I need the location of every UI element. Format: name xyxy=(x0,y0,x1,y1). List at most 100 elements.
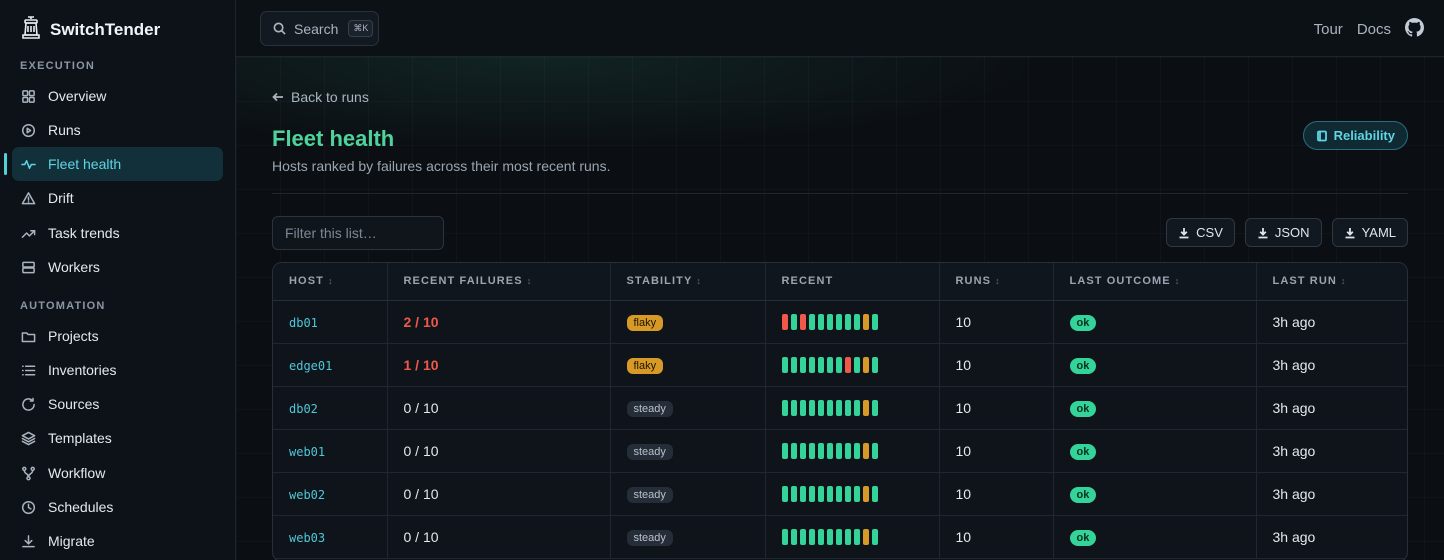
run-bar-ok[interactable] xyxy=(871,313,878,330)
host-link[interactable]: web01 xyxy=(289,445,325,459)
run-bar-ok[interactable] xyxy=(844,528,851,545)
search-button[interactable]: Search ⌘K xyxy=(260,11,379,46)
sidebar-item-runs[interactable]: Runs xyxy=(12,113,223,147)
host-link[interactable]: db01 xyxy=(289,316,318,330)
run-bar-ok[interactable] xyxy=(790,356,797,373)
run-bar-ok[interactable] xyxy=(835,313,842,330)
run-bar-ok[interactable] xyxy=(871,485,878,502)
run-bar-ok[interactable] xyxy=(853,313,860,330)
run-bar-ok[interactable] xyxy=(835,528,842,545)
export-csv-button[interactable]: CSV xyxy=(1166,218,1235,247)
sidebar-item-inventories[interactable]: Inventories xyxy=(12,353,223,387)
run-bar-ok[interactable] xyxy=(871,442,878,459)
run-bar-ok[interactable] xyxy=(835,485,842,502)
export-yaml-button[interactable]: YAML xyxy=(1331,218,1408,247)
run-bar-fail[interactable] xyxy=(844,356,851,373)
docs-link[interactable]: Docs xyxy=(1357,21,1391,38)
run-bar-warn[interactable] xyxy=(862,442,869,459)
column-header-runs[interactable]: RUNS ↕ xyxy=(939,263,1054,301)
run-bar-ok[interactable] xyxy=(799,399,806,416)
run-bar-ok[interactable] xyxy=(835,399,842,416)
sidebar-item-migrate[interactable]: Migrate xyxy=(12,524,223,558)
run-bar-ok[interactable] xyxy=(871,356,878,373)
host-link[interactable]: db02 xyxy=(289,402,318,416)
sidebar-item-sources[interactable]: Sources xyxy=(12,387,223,421)
back-to-runs-link[interactable]: Back to runs xyxy=(272,89,369,105)
run-bar-ok[interactable] xyxy=(808,356,815,373)
export-json-button[interactable]: JSON xyxy=(1244,218,1322,247)
run-bar-ok[interactable] xyxy=(790,442,797,459)
run-bar-ok[interactable] xyxy=(835,356,842,373)
sidebar-item-projects[interactable]: Projects xyxy=(12,319,223,353)
run-bar-fail[interactable] xyxy=(781,313,788,330)
run-bar-ok[interactable] xyxy=(871,399,878,416)
tour-link[interactable]: Tour xyxy=(1314,21,1343,38)
host-link[interactable]: web03 xyxy=(289,531,325,545)
run-bar-ok[interactable] xyxy=(808,528,815,545)
sidebar-item-workflow[interactable]: Workflow xyxy=(12,456,223,490)
run-bar-ok[interactable] xyxy=(853,485,860,502)
run-bar-ok[interactable] xyxy=(871,528,878,545)
reliability-button[interactable]: Reliability xyxy=(1302,121,1408,150)
run-bar-ok[interactable] xyxy=(844,442,851,459)
sidebar-item-overview[interactable]: Overview xyxy=(12,79,223,113)
column-header-host[interactable]: HOST ↕ xyxy=(273,263,388,301)
sidebar-item-templates[interactable]: Templates xyxy=(12,421,223,455)
table-row[interactable]: db02 0 / 10 steady 10 ok 3h ago xyxy=(273,386,1407,430)
run-bar-ok[interactable] xyxy=(853,356,860,373)
run-bar-ok[interactable] xyxy=(808,485,815,502)
host-link[interactable]: web02 xyxy=(289,488,325,502)
table-row[interactable]: web03 0 / 10 steady 10 ok 3h ago xyxy=(273,515,1407,559)
run-bar-ok[interactable] xyxy=(799,442,806,459)
run-bar-ok[interactable] xyxy=(826,399,833,416)
run-bar-ok[interactable] xyxy=(817,442,824,459)
run-bar-ok[interactable] xyxy=(781,356,788,373)
sidebar-item-workers[interactable]: Workers xyxy=(12,250,223,284)
run-bar-ok[interactable] xyxy=(817,485,824,502)
run-bar-ok[interactable] xyxy=(826,356,833,373)
run-bar-ok[interactable] xyxy=(781,528,788,545)
sidebar-item-drift[interactable]: Drift xyxy=(12,181,223,215)
run-bar-ok[interactable] xyxy=(817,313,824,330)
run-bar-warn[interactable] xyxy=(862,356,869,373)
run-bar-ok[interactable] xyxy=(844,485,851,502)
run-bar-ok[interactable] xyxy=(817,356,824,373)
sidebar-item-schedules[interactable]: Schedules xyxy=(12,490,223,524)
run-bar-ok[interactable] xyxy=(826,313,833,330)
column-header-recent-failures[interactable]: RECENT FAILURES ↕ xyxy=(387,263,611,301)
run-bar-warn[interactable] xyxy=(862,399,869,416)
run-bar-ok[interactable] xyxy=(853,528,860,545)
table-row[interactable]: db01 2 / 10 flaky 10 ok 3h ago xyxy=(273,300,1407,344)
run-bar-ok[interactable] xyxy=(790,528,797,545)
column-header-last-outcome[interactable]: LAST OUTCOME ↕ xyxy=(1053,263,1257,301)
run-bar-ok[interactable] xyxy=(781,485,788,502)
run-bar-ok[interactable] xyxy=(790,485,797,502)
sidebar-item-fleet-health[interactable]: Fleet health xyxy=(12,147,223,181)
run-bar-ok[interactable] xyxy=(844,399,851,416)
run-bar-ok[interactable] xyxy=(826,442,833,459)
run-bar-ok[interactable] xyxy=(808,442,815,459)
run-bar-ok[interactable] xyxy=(835,442,842,459)
run-bar-ok[interactable] xyxy=(799,528,806,545)
run-bar-ok[interactable] xyxy=(808,399,815,416)
brand[interactable]: SwitchTender xyxy=(20,15,160,44)
run-bar-ok[interactable] xyxy=(826,528,833,545)
run-bar-ok[interactable] xyxy=(853,399,860,416)
run-bar-ok[interactable] xyxy=(799,356,806,373)
run-bar-ok[interactable] xyxy=(853,442,860,459)
run-bar-ok[interactable] xyxy=(817,528,824,545)
run-bar-warn[interactable] xyxy=(862,485,869,502)
filter-input[interactable] xyxy=(272,216,444,250)
table-row[interactable]: web01 0 / 10 steady 10 ok 3h ago xyxy=(273,429,1407,473)
table-row[interactable]: web02 0 / 10 steady 10 ok 3h ago xyxy=(273,472,1407,516)
table-row[interactable]: edge01 1 / 10 flaky 10 ok 3h ago xyxy=(273,343,1407,387)
column-header-stability[interactable]: STABILITY ↕ xyxy=(610,263,766,301)
host-link[interactable]: edge01 xyxy=(289,359,332,373)
run-bar-fail[interactable] xyxy=(799,313,806,330)
run-bar-ok[interactable] xyxy=(790,313,797,330)
run-bar-ok[interactable] xyxy=(790,399,797,416)
github-icon[interactable] xyxy=(1405,18,1424,41)
run-bar-ok[interactable] xyxy=(781,442,788,459)
run-bar-warn[interactable] xyxy=(862,528,869,545)
run-bar-ok[interactable] xyxy=(817,399,824,416)
